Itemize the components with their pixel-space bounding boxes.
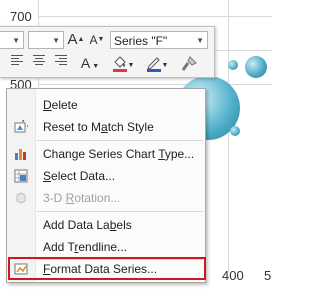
align-center-button[interactable] bbox=[30, 53, 48, 73]
data-bubble[interactable] bbox=[245, 56, 267, 78]
reset-style-icon bbox=[14, 120, 28, 133]
chevron-down-icon: ▼ bbox=[127, 62, 135, 69]
align-center-icon bbox=[33, 53, 45, 67]
x-tick-label: 5 bbox=[264, 268, 272, 283]
font-color-button[interactable]: A ▼ bbox=[78, 53, 102, 73]
data-bubble[interactable] bbox=[230, 126, 240, 136]
fill-color-button[interactable]: ▼ bbox=[108, 53, 138, 73]
align-right-button[interactable] bbox=[52, 53, 70, 73]
rotation-3d-icon bbox=[16, 192, 26, 204]
caret-up-icon: ▲ bbox=[77, 36, 85, 43]
select-data-icon bbox=[14, 169, 28, 183]
outline-color-button[interactable]: ▼ bbox=[142, 53, 172, 73]
decrease-font-icon: A bbox=[89, 33, 98, 47]
caret-down-icon: ▼ bbox=[97, 36, 105, 43]
format-painter-button[interactable] bbox=[178, 53, 200, 73]
align-left-button[interactable] bbox=[8, 53, 26, 73]
increase-font-size-button[interactable]: A▲ bbox=[66, 30, 86, 50]
menu-separator bbox=[37, 140, 203, 141]
menu-item-label: Reset to Match Style bbox=[43, 120, 154, 134]
y-tick-label: 700 bbox=[10, 9, 32, 24]
menu-item-add-trendline[interactable]: Add Trendline... bbox=[7, 236, 205, 258]
format-series-icon bbox=[14, 263, 28, 275]
chevron-down-icon: ▼ bbox=[52, 36, 60, 45]
menu-item-delete[interactable]: Delete bbox=[7, 94, 205, 116]
chart-element-selector-value: Series "F" bbox=[114, 34, 168, 48]
chevron-down-icon: ▼ bbox=[196, 36, 204, 45]
menu-item-label: Add Trendline... bbox=[43, 240, 128, 254]
menu-item-label: Add Data Labels bbox=[43, 218, 132, 232]
menu-item-select-data[interactable]: Select Data... bbox=[7, 165, 205, 187]
font-color-icon: A bbox=[80, 55, 91, 71]
align-left-icon bbox=[11, 53, 23, 67]
menu-item-reset-to-match-style[interactable]: Reset to Match Style bbox=[7, 116, 205, 138]
chevron-down-icon: ▼ bbox=[92, 63, 100, 70]
align-right-icon bbox=[55, 53, 67, 67]
increase-font-icon: A bbox=[67, 31, 78, 48]
vertical-gridline bbox=[228, 0, 229, 272]
menu-item-label: 3-D Rotation... bbox=[43, 191, 121, 205]
menu-separator bbox=[37, 211, 203, 212]
menu-item-add-data-labels[interactable]: Add Data Labels bbox=[7, 214, 205, 236]
chart-element-selector[interactable]: Series "F" ▼ bbox=[110, 31, 208, 49]
font-size-combo[interactable]: ▼ bbox=[28, 31, 64, 49]
chart-type-icon bbox=[15, 149, 26, 160]
gridline bbox=[38, 84, 272, 85]
chevron-down-icon: ▼ bbox=[161, 62, 169, 69]
format-painter-icon bbox=[181, 55, 197, 71]
mini-toolbar-row-font: ▼ ▼ A▲ A▼ Series "F" ▼ bbox=[0, 29, 214, 51]
chevron-down-icon: ▼ bbox=[12, 36, 20, 45]
pen-outline-icon bbox=[146, 56, 161, 72]
context-menu: Delete Reset to Match Style Change Serie… bbox=[6, 88, 206, 283]
menu-item-change-series-chart-type[interactable]: Change Series Chart Type... bbox=[7, 143, 205, 165]
menu-item-format-data-series[interactable]: Format Data Series... bbox=[7, 258, 205, 280]
mini-toolbar: ▼ ▼ A▲ A▼ Series "F" ▼ A ▼ ▼ ▼ bbox=[0, 26, 215, 78]
menu-item-label: Delete bbox=[43, 98, 78, 112]
x-tick-label: 400 bbox=[222, 268, 244, 283]
font-name-combo[interactable]: ▼ bbox=[0, 31, 24, 49]
decrease-font-size-button[interactable]: A▼ bbox=[88, 30, 106, 50]
menu-item-label: Select Data... bbox=[43, 169, 116, 183]
menu-item-label: Change Series Chart Type... bbox=[43, 147, 195, 161]
menu-item-3d-rotation[interactable]: 3-D Rotation... bbox=[7, 187, 205, 209]
paint-bucket-icon bbox=[112, 55, 127, 72]
gridline bbox=[38, 16, 272, 17]
menu-item-label: Format Data Series... bbox=[43, 262, 158, 276]
mini-toolbar-row-format: A ▼ ▼ ▼ bbox=[0, 53, 214, 75]
data-bubble[interactable] bbox=[228, 60, 238, 70]
